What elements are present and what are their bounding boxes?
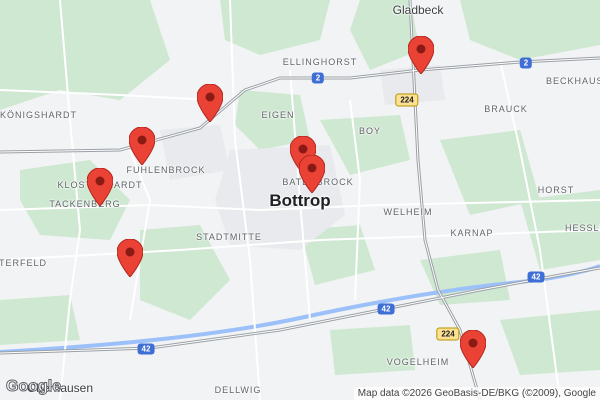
road-shield: 2 — [311, 72, 325, 84]
location-pin-icon[interactable] — [116, 238, 144, 278]
district-label: Königshardt — [0, 110, 78, 120]
district-label: Osterfeld — [0, 258, 48, 268]
google-logo: Google — [5, 378, 62, 396]
location-pin-icon[interactable] — [459, 329, 487, 369]
road-shield: 42 — [377, 303, 395, 315]
district-label: Beckhausen — [546, 76, 600, 86]
location-pin-icon[interactable] — [298, 154, 326, 194]
district-label: Dellwig — [214, 385, 262, 395]
road-shield: 42 — [527, 271, 545, 283]
district-label: Boy — [358, 126, 382, 136]
road-shield: 2 — [519, 57, 533, 69]
road-shield: 224 — [395, 93, 419, 107]
district-label: Fuhlenbrock — [126, 165, 206, 175]
location-pin-icon[interactable] — [128, 126, 156, 166]
district-label: Brauck — [484, 104, 528, 114]
district-label: Ellinghorst — [282, 57, 358, 67]
district-label: Eigen — [261, 110, 295, 120]
city-label: Bottrop — [269, 191, 331, 210]
map-attribution[interactable]: Map data ©2026 GeoBasis-DE/BKG (©2009), … — [353, 387, 600, 400]
district-label: Stadtmitte — [196, 232, 262, 242]
district-label: Horst — [537, 185, 575, 195]
road-shield: 224 — [436, 327, 460, 341]
district-label: Vogelheim — [386, 357, 450, 367]
district-label: Karnap — [450, 228, 494, 238]
district-label: Gladbeck — [392, 3, 444, 17]
location-pin-icon[interactable] — [196, 83, 224, 123]
location-pin-icon[interactable] — [407, 35, 435, 75]
location-pin-icon[interactable] — [86, 167, 114, 207]
district-label: Hessler — [565, 223, 600, 233]
road-shield: 42 — [137, 343, 155, 355]
district-label: Welheim — [383, 207, 433, 217]
map-canvas[interactable]: Gladbeck Ellinghorst Eigen Boy Brauck Be… — [0, 0, 600, 400]
